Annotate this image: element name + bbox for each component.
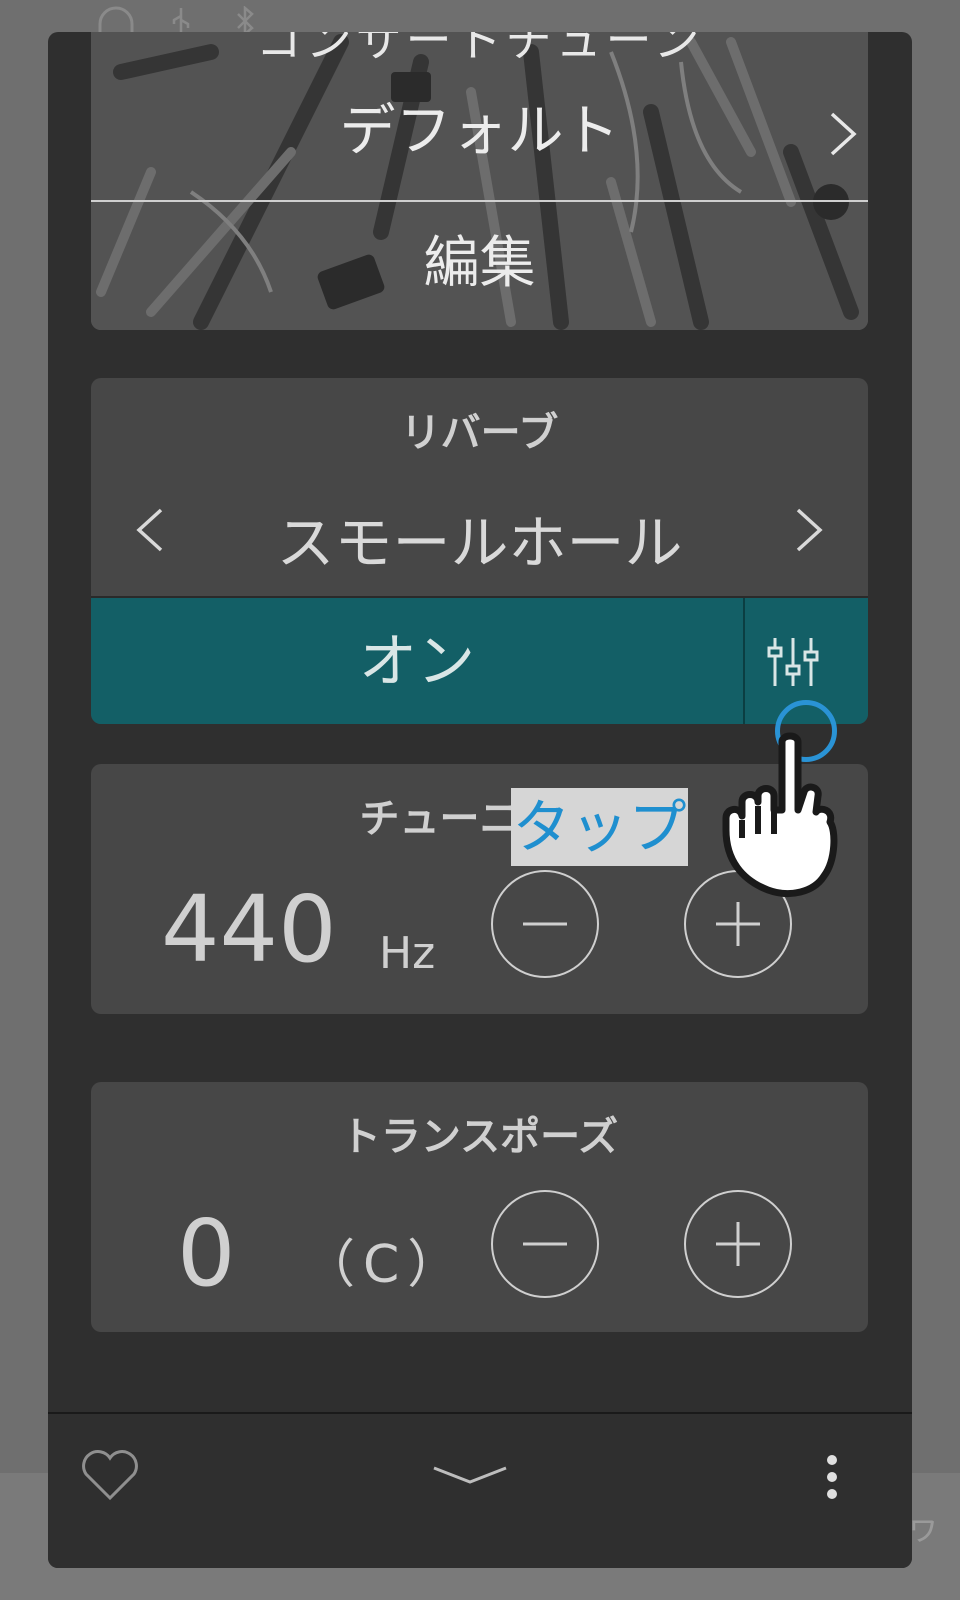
transpose-increase-button[interactable] — [684, 1190, 792, 1298]
reverb-settings-button[interactable] — [767, 636, 819, 692]
minus-icon — [493, 1242, 597, 1300]
transpose-value: 0 — [177, 1200, 236, 1307]
collapse-button[interactable] — [432, 1464, 508, 1492]
transpose-key: （C） — [303, 1235, 468, 1295]
more-options-button[interactable] — [820, 1454, 844, 1504]
concert-tune-image-card: コンサートチューン デフォルト 編集 — [91, 32, 868, 330]
reverb-on-toggle[interactable]: オン — [91, 598, 743, 724]
chevron-down-icon — [432, 1466, 508, 1492]
transpose-decrease-button[interactable] — [491, 1190, 599, 1298]
reverb-type: スモールホール — [276, 509, 683, 577]
reverb-toggle-bar: オン — [91, 598, 868, 724]
plus-icon — [686, 1222, 790, 1300]
divider — [91, 200, 868, 202]
default-label: デフォルト — [339, 99, 620, 164]
tuning-decrease-button[interactable] — [491, 870, 599, 978]
tap-annotation-label: タップ — [511, 788, 688, 866]
heart-icon — [80, 1450, 140, 1506]
divider — [743, 598, 745, 724]
background-glyph: ヮ — [906, 1508, 940, 1548]
transpose-card: トランスポーズ 0 （C） — [91, 1082, 868, 1332]
reverb-title: リバーブ — [400, 410, 559, 456]
next-reverb-button[interactable] — [794, 508, 824, 556]
chevron-right-icon — [794, 508, 824, 556]
concert-tune-title: コンサートチューン — [255, 32, 704, 67]
more-vertical-icon — [820, 1455, 844, 1504]
reverb-card: リバーブ スモールホール オン — [91, 378, 868, 724]
minus-icon — [493, 922, 597, 980]
favorite-button[interactable] — [80, 1448, 140, 1506]
edit-button[interactable]: 編集 — [91, 220, 868, 308]
default-row[interactable]: デフォルト — [91, 92, 868, 172]
transpose-title: トランスポーズ — [340, 1114, 619, 1160]
tuning-value: 440 — [161, 876, 337, 983]
plus-icon — [686, 902, 790, 980]
mixer-sliders-icon — [767, 638, 819, 692]
pointing-hand-icon — [712, 730, 842, 904]
bottom-bar — [48, 1412, 912, 1568]
tuning-unit: Hz — [379, 928, 436, 979]
